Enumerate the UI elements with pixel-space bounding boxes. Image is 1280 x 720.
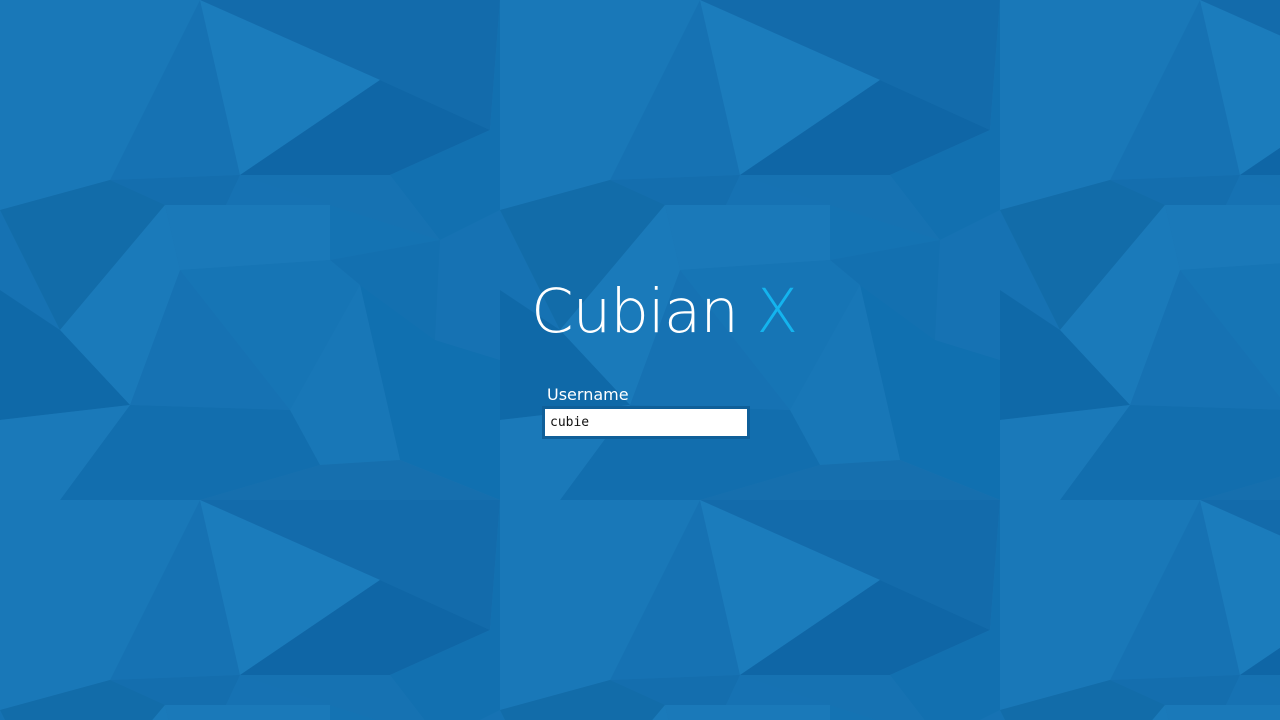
username-label: Username <box>547 385 629 404</box>
brand-logo: Cubian X <box>531 276 798 348</box>
brand-name: Cubian <box>531 276 739 347</box>
brand-accent: X <box>756 276 798 347</box>
login-screen: Cubian X Username <box>0 0 1280 720</box>
username-input[interactable] <box>545 409 747 436</box>
